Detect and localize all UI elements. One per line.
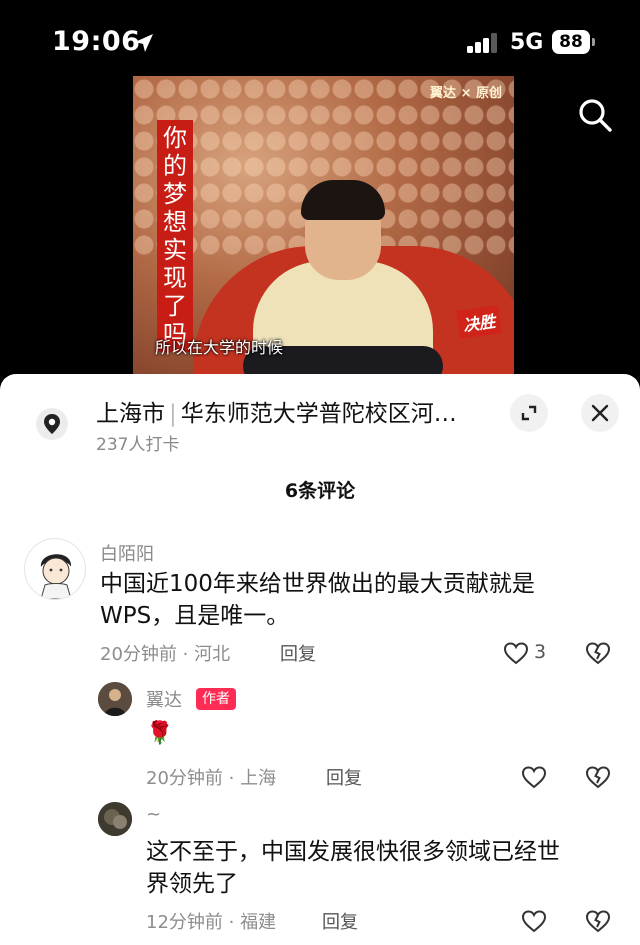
video-player[interactable]: 你的梦想实现了吗 翼达 × 原创 决胜 所以在大学的时候 [133, 76, 514, 376]
show-logo: 决胜 [456, 305, 502, 339]
reply-button[interactable]: 回复 [280, 640, 316, 666]
like-count: 3 [534, 641, 547, 663]
comment-item: 白陌阳 中国近100年来给世界做出的最大贡献就是 WPS，且是唯一。 20分钟前… [0, 538, 640, 668]
reply-button[interactable]: 回复 [326, 764, 362, 790]
reply-item: ~ 这不至于，中国发展很快很多领域已经世 界领先了 12分钟前 · 福建 回复 [0, 800, 640, 945]
broken-heart-icon[interactable] [584, 763, 612, 791]
video-banner: 你的梦想实现了吗 [157, 120, 193, 352]
expand-button[interactable] [510, 394, 548, 432]
close-icon [591, 404, 609, 422]
avatar-photo [98, 802, 132, 836]
reply-button[interactable]: 回复 [322, 908, 358, 934]
avatar-photo [98, 682, 132, 716]
close-button[interactable] [581, 394, 619, 432]
avatar[interactable] [98, 682, 132, 716]
comment-meta: 20分钟前 · 上海 [146, 768, 277, 789]
comment-text-line1: 这不至于，中国发展很快很多领域已经世 [146, 839, 560, 865]
avatar[interactable] [24, 538, 86, 600]
network-type: 5G [510, 30, 544, 55]
comment-text-line2: WPS，且是唯一。 [100, 603, 290, 629]
comments-count: 6条评论 [284, 480, 356, 502]
heart-icon[interactable] [520, 907, 548, 935]
video-person-hair [301, 180, 385, 220]
comment-text: 🌹 [146, 721, 174, 746]
status-time: 19:06 [52, 26, 141, 57]
comment-sheet: 上海市 | 华东师范大学普陀校区河… 237人打卡 6条评论 白陌阳 中国近100年… [0, 374, 640, 945]
battery-nub [592, 38, 595, 46]
video-watermark: 翼达 × 原创 [430, 86, 502, 101]
location-title[interactable]: 上海市 | 华东师范大学普陀校区河… [96, 394, 457, 428]
expand-icon [521, 405, 537, 421]
comment-meta: 12分钟前 · 福建 [146, 912, 277, 933]
location-arrow-icon [135, 34, 153, 52]
location-checkins: 237人打卡 [96, 435, 180, 455]
comment-text-line2: 界领先了 [146, 871, 238, 897]
signal-icon [467, 33, 499, 53]
comment-text-line1: 中国近100年来给世界做出的最大贡献就是 [100, 571, 535, 597]
location-pin-icon [36, 408, 68, 440]
location-city: 上海市 [96, 401, 165, 427]
video-caption: 所以在大学的时候 [155, 338, 284, 357]
broken-heart-icon[interactable] [584, 639, 612, 667]
avatar-illustration [40, 554, 72, 599]
broken-heart-icon[interactable] [584, 907, 612, 935]
heart-icon[interactable] [502, 639, 530, 667]
battery-icon: 88 [552, 30, 590, 54]
author-badge: 作者 [196, 688, 236, 710]
avatar[interactable] [98, 802, 132, 836]
comment-author[interactable]: 翼达 [146, 686, 182, 712]
status-bar: 19:06 5G 88 [0, 0, 640, 80]
heart-icon[interactable] [520, 763, 548, 791]
comment-author[interactable]: ~ [146, 804, 161, 825]
reply-item: 翼达 作者 🌹 20分钟前 · 上海 回复 [0, 680, 640, 790]
search-icon[interactable] [576, 96, 614, 134]
comment-meta: 20分钟前 · 河北 [100, 644, 231, 665]
location-separator: | [169, 401, 177, 427]
comment-author[interactable]: 白陌阳 [100, 540, 154, 566]
location-place: 华东师范大学普陀校区河… [180, 401, 457, 427]
